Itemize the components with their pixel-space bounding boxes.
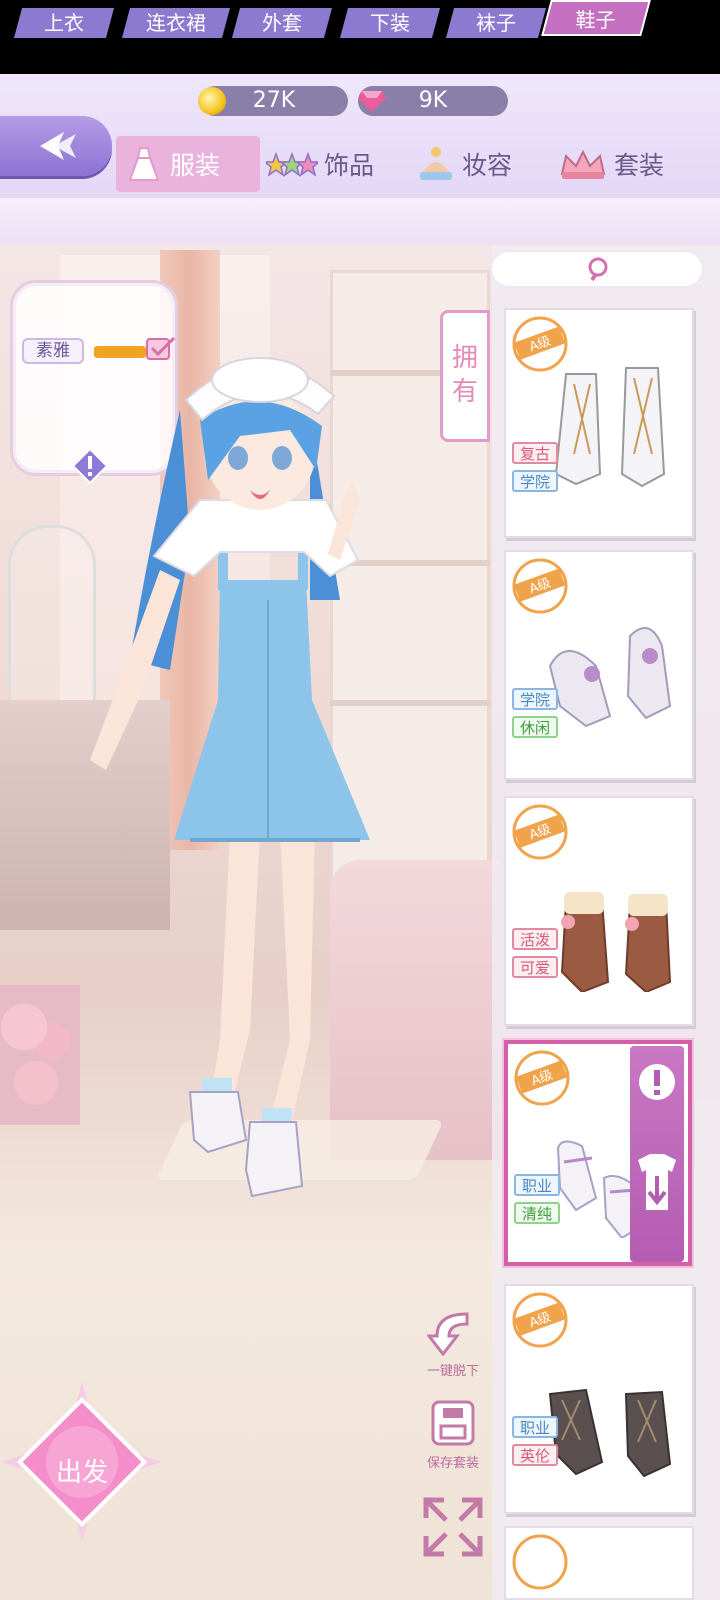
lavender-pumps-icon bbox=[548, 627, 672, 728]
item-card-selected[interactable]: A级 职业 清纯 bbox=[504, 1040, 692, 1266]
save-outfit-icon bbox=[431, 1400, 475, 1446]
item-card[interactable]: A级 活泼 可爱 bbox=[504, 796, 694, 1026]
subtab-bottoms[interactable]: 下装 bbox=[339, 8, 441, 38]
dark-brogue-boots-icon bbox=[548, 1388, 672, 1478]
style-chip: 素雅 bbox=[22, 338, 84, 364]
brown-bow-boots-icon bbox=[560, 892, 672, 992]
dress-icon bbox=[128, 147, 160, 181]
item-search-button[interactable] bbox=[490, 250, 704, 288]
tab-clothing[interactable]: 服装 bbox=[116, 136, 260, 192]
gem-counter[interactable]: 9K bbox=[358, 86, 508, 116]
subcategory-bar bbox=[0, 198, 720, 244]
hat-icon bbox=[420, 147, 452, 180]
style-tag: 可爱 bbox=[512, 956, 559, 978]
subtab-label: 上衣 bbox=[44, 11, 84, 35]
item-info-icon[interactable] bbox=[630, 1046, 684, 1146]
subtab-coats[interactable]: 外套 bbox=[231, 8, 333, 38]
subtab-label: 袜子 bbox=[476, 11, 516, 35]
style-tag: 复古 bbox=[512, 442, 559, 464]
style-tag: 英伦 bbox=[512, 1444, 559, 1466]
undress-label: 一键脱下 bbox=[426, 1364, 479, 1379]
owned-filter-button[interactable]: 拥有 bbox=[440, 310, 490, 442]
style-tag: 活泼 bbox=[512, 928, 559, 950]
subtab-tops[interactable]: 上衣 bbox=[13, 8, 115, 38]
item-card[interactable]: A级 学院 休闲 bbox=[504, 550, 694, 780]
search-icon bbox=[588, 257, 608, 282]
item-card[interactable]: A级 复古 学院 bbox=[504, 308, 694, 538]
subtab-shoes[interactable]: 鞋子 bbox=[541, 0, 651, 36]
tab-makeup[interactable]: 妆容 bbox=[416, 136, 512, 192]
style-tag: 休闲 bbox=[512, 716, 559, 738]
tab-label: 饰品 bbox=[324, 151, 375, 180]
subtab-label: 下装 bbox=[370, 11, 410, 35]
take-off-icon[interactable] bbox=[630, 1150, 684, 1250]
bird-cage-decor bbox=[8, 525, 96, 705]
subtab-socks[interactable]: 袜子 bbox=[445, 8, 547, 38]
style-tag: 清纯 bbox=[514, 1202, 561, 1224]
tab-label: 套装 bbox=[614, 151, 665, 180]
subtab-label: 鞋子 bbox=[575, 8, 616, 32]
subtab-dresses[interactable]: 连衣裙 bbox=[121, 8, 231, 38]
undress-all-button[interactable]: 一键脱下 bbox=[418, 1310, 488, 1382]
save-label: 保存套装 bbox=[426, 1456, 479, 1471]
back-button[interactable] bbox=[0, 116, 112, 176]
style-tag: 职业 bbox=[512, 1416, 559, 1438]
item-card-partial[interactable] bbox=[504, 1526, 694, 1600]
fullscreen-icon[interactable] bbox=[420, 1494, 486, 1560]
subtab-label: 外套 bbox=[262, 11, 302, 35]
white-lace-boots-icon bbox=[554, 367, 666, 488]
stars-icon bbox=[266, 151, 318, 177]
item-card[interactable]: A级 职业 英伦 bbox=[504, 1284, 694, 1514]
crown-icon bbox=[560, 149, 606, 179]
coin-amount: 27K bbox=[252, 88, 296, 113]
save-outfit-button[interactable]: 保存套装 bbox=[418, 1398, 488, 1474]
back-arrow-icon bbox=[40, 132, 76, 160]
grade-badge-icon bbox=[512, 1534, 568, 1590]
flower-bouquet bbox=[0, 985, 80, 1125]
style-tag: 学院 bbox=[512, 470, 559, 492]
tab-label: 服装 bbox=[170, 151, 221, 180]
undo-arrow-icon bbox=[425, 1312, 469, 1357]
gem-amount: 9K bbox=[418, 88, 448, 113]
coin-counter[interactable]: 27K bbox=[198, 86, 348, 116]
game-screen: 27K 9K 服装 饰品 妆容 套装 上衣 连衣裙 外套 下装 袜子 鞋子 素雅… bbox=[0, 0, 720, 1600]
depart-label: 出发 bbox=[55, 1458, 108, 1488]
white-mary-janes-icon bbox=[556, 1140, 640, 1238]
coin-icon bbox=[198, 87, 226, 115]
subtab-label: 连衣裙 bbox=[146, 11, 206, 35]
item-action-strip bbox=[630, 1046, 684, 1262]
character-avatar bbox=[90, 357, 370, 1198]
style-tag: 职业 bbox=[514, 1174, 561, 1196]
style-tag: 学院 bbox=[512, 688, 559, 710]
tab-accessories[interactable]: 饰品 bbox=[266, 136, 374, 192]
tab-outfit-set[interactable]: 套装 bbox=[558, 136, 664, 192]
tab-label: 妆容 bbox=[462, 151, 513, 180]
gem-icon bbox=[358, 91, 386, 112]
